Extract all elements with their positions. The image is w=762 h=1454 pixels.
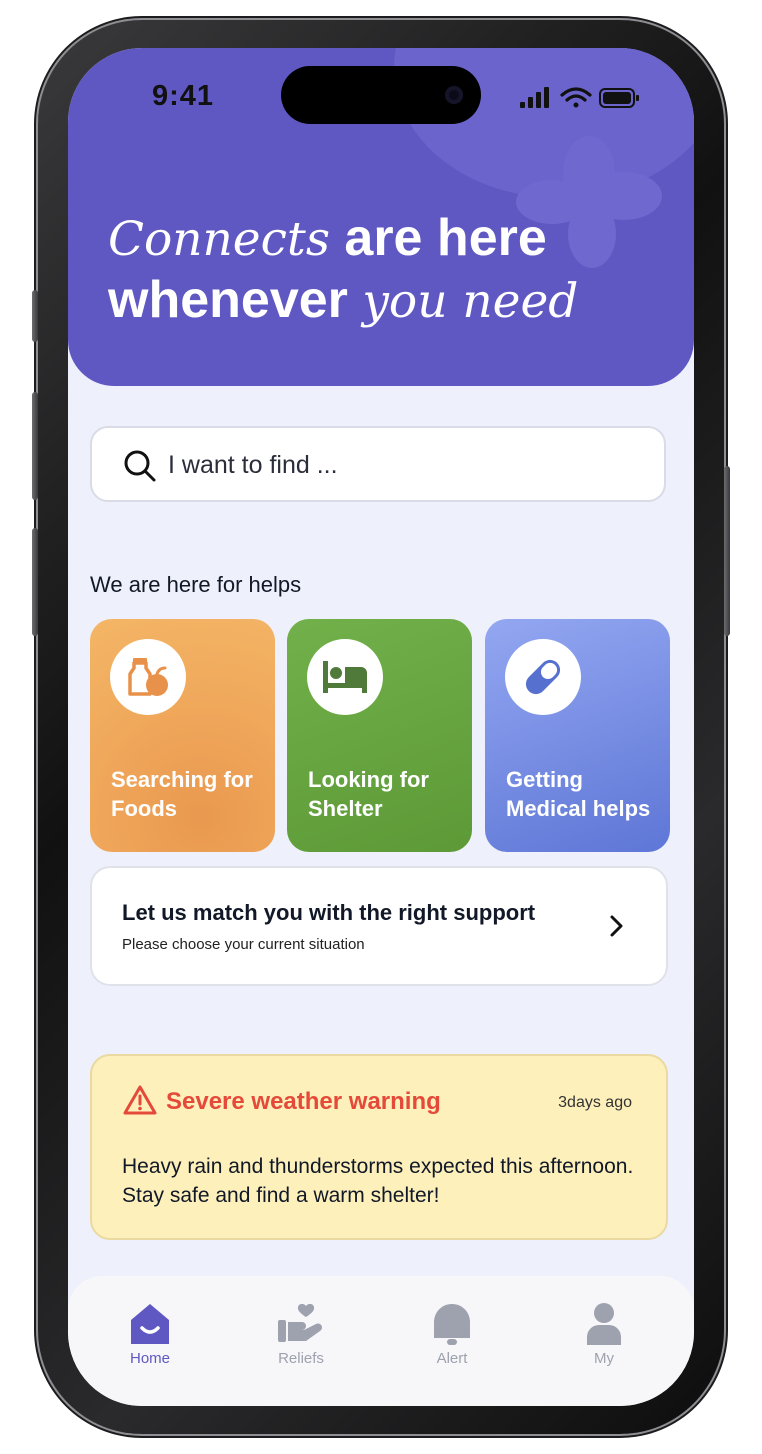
tab-label-reliefs: Reliefs <box>278 1350 324 1367</box>
bed-icon-circle <box>307 639 383 715</box>
relief-icon <box>278 1303 323 1342</box>
category-card-shelter[interactable]: Looking for Shelter <box>287 619 472 852</box>
category-label-foods: Searching for Foods <box>111 767 253 821</box>
pill-icon-circle <box>505 639 581 715</box>
weather-warning-card[interactable]: Severe weather warning 3days ago Heavy r… <box>90 1054 668 1240</box>
tab-label-home: Home <box>129 1350 170 1367</box>
action-button <box>32 290 38 342</box>
tab-my[interactable]: My <box>554 1302 654 1372</box>
tab-reliefs[interactable]: Reliefs <box>251 1302 351 1372</box>
tab-bar: Home Reliefs Alert My <box>68 1276 694 1406</box>
tab-label-alert: Alert <box>436 1350 468 1367</box>
signal-icon <box>520 87 549 108</box>
warning-triangle-icon <box>123 1085 157 1115</box>
category-label-medical: Getting Medical helps <box>506 767 651 821</box>
warning-timestamp: 3days ago <box>558 1094 632 1111</box>
tab-home[interactable]: Home <box>100 1302 200 1372</box>
search-input[interactable] <box>166 444 640 486</box>
dynamic-island <box>281 66 481 124</box>
hero-headline: Connects are here whenever you need <box>108 208 578 332</box>
chevron-right-icon <box>610 915 623 937</box>
search-bar[interactable] <box>90 426 666 502</box>
home-icon <box>131 1304 169 1344</box>
volume-up-button <box>32 392 38 500</box>
bed-icon <box>323 661 367 693</box>
category-card-foods[interactable]: Searching for Foods <box>90 619 275 852</box>
category-label-shelter: Looking for Shelter <box>308 767 429 821</box>
app-screen: 9:41 Connects are here whenever you need… <box>68 48 694 1406</box>
food-icon-circle <box>110 639 186 715</box>
food-icon <box>128 658 168 696</box>
search-icon <box>124 450 156 482</box>
tab-label-my: My <box>594 1350 614 1367</box>
tab-alert[interactable]: Alert <box>402 1302 502 1372</box>
headline-italic-2: you need <box>362 274 579 329</box>
headline-text-1: are here <box>329 209 547 267</box>
section-title: We are here for helps <box>90 572 302 597</box>
match-support-card[interactable]: Let us match you with the right support … <box>90 866 668 986</box>
bell-icon <box>434 1304 470 1345</box>
warning-title: Severe weather warning <box>166 1088 441 1115</box>
person-icon <box>587 1303 621 1345</box>
category-card-medical[interactable]: Getting Medical helps <box>485 619 670 852</box>
match-subtitle: Please choose your current situation <box>122 936 365 953</box>
headline-italic-1: Connects <box>108 212 330 267</box>
match-title: Let us match you with the right support <box>122 900 536 925</box>
hero-header: 9:41 Connects are here whenever you need <box>68 48 694 386</box>
wifi-icon <box>560 87 592 108</box>
status-icons <box>520 87 639 108</box>
status-time: 9:41 <box>152 80 215 112</box>
pill-icon <box>525 659 561 695</box>
power-button <box>724 466 730 636</box>
headline-text-2: whenever <box>108 271 363 329</box>
warning-body: Heavy rain and thunderstorms expected th… <box>122 1155 634 1207</box>
battery-icon <box>599 88 639 108</box>
volume-down-button <box>32 528 38 636</box>
camera-icon <box>445 86 463 104</box>
